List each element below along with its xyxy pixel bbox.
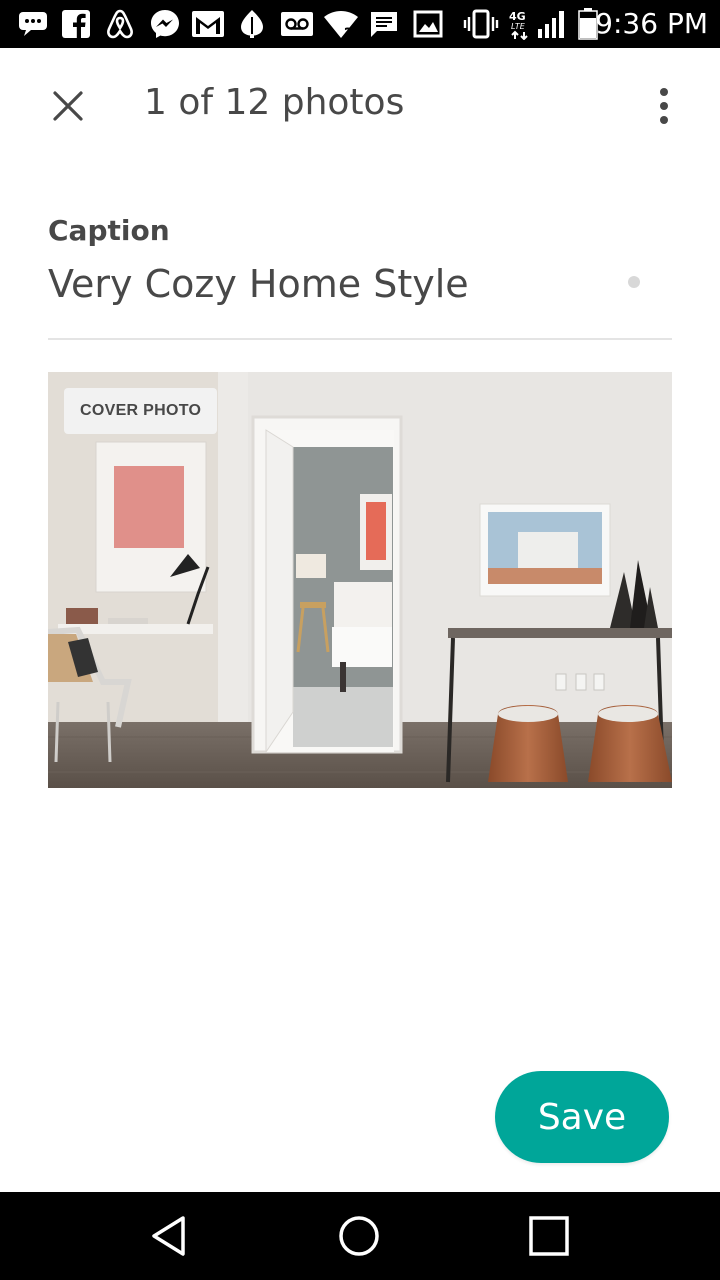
svg-text:?: ? xyxy=(344,26,352,39)
leaf-icon xyxy=(238,8,266,40)
voicemail-icon xyxy=(280,8,314,40)
recents-button[interactable] xyxy=(521,1208,577,1264)
message-icon xyxy=(368,8,400,40)
top-bar: 1 of 12 photos xyxy=(0,48,720,160)
caption-input[interactable] xyxy=(48,252,672,316)
room-photo-illustration xyxy=(48,372,672,788)
status-bar: ? 4G LTE 9:36 PM xyxy=(0,0,720,48)
home-button[interactable] xyxy=(331,1208,387,1264)
wifi-icon: ? xyxy=(322,8,360,40)
caption-label: Caption xyxy=(48,214,170,247)
chat-icon xyxy=(16,8,50,40)
gallery-icon xyxy=(412,8,444,40)
gmail-icon xyxy=(190,8,226,40)
back-icon xyxy=(152,1216,185,1256)
caption-underline xyxy=(48,338,672,340)
save-button[interactable]: Save xyxy=(495,1071,669,1163)
more-options-button[interactable] xyxy=(644,82,684,130)
network-4g-icon: 4G LTE xyxy=(506,8,534,40)
caption-indicator-dot xyxy=(628,276,640,288)
home-icon xyxy=(339,1216,379,1256)
signal-icon xyxy=(536,8,568,40)
system-nav-bar xyxy=(0,1192,720,1280)
more-vertical-icon xyxy=(660,88,668,96)
recents-icon xyxy=(529,1216,569,1256)
back-button[interactable] xyxy=(141,1208,197,1264)
airbnb-icon xyxy=(104,8,136,40)
page-title: 1 of 12 photos xyxy=(144,82,405,123)
svg-text:LTE: LTE xyxy=(511,22,526,31)
facebook-icon xyxy=(60,8,92,40)
cover-photo[interactable]: COVER PHOTO xyxy=(48,372,672,788)
close-icon xyxy=(53,91,83,121)
status-time: 9:36 PM xyxy=(595,7,708,40)
cover-photo-badge: COVER PHOTO xyxy=(64,388,218,434)
vibrate-icon xyxy=(462,8,500,40)
close-button[interactable] xyxy=(40,78,96,134)
messenger-icon xyxy=(148,8,182,40)
